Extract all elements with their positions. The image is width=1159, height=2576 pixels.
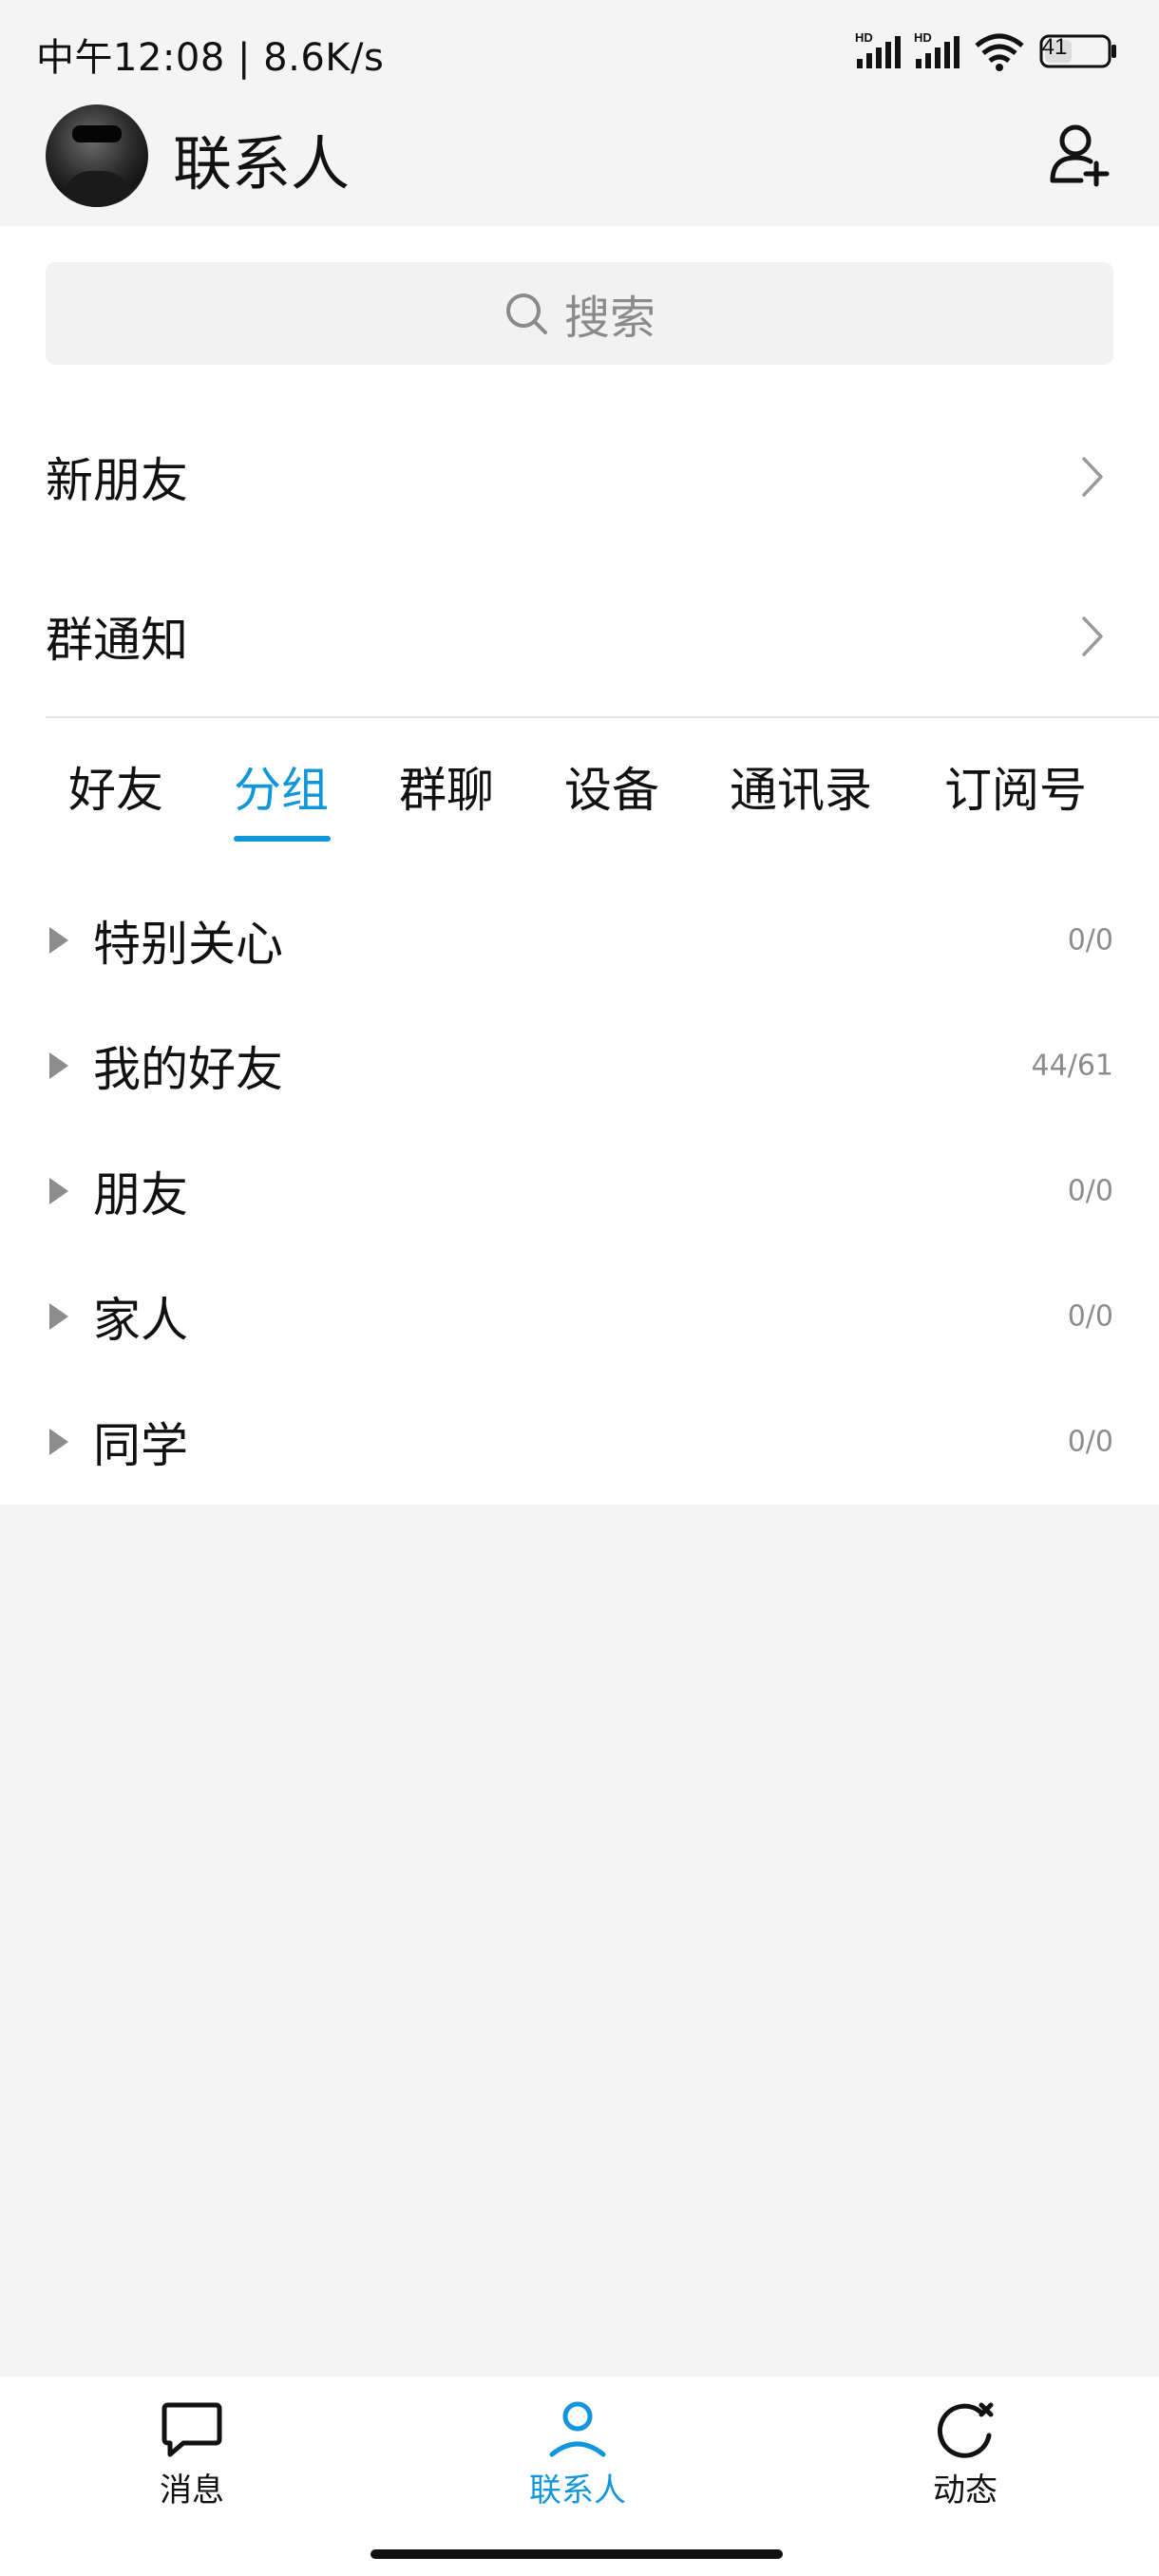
- message-icon: [162, 2402, 222, 2457]
- tab-subscriptions[interactable]: 订阅号: [944, 752, 1087, 821]
- bottom-nav: 消息 联系人 动态: [0, 2377, 1159, 2576]
- new-friends-row[interactable]: 新朋友: [46, 401, 1113, 553]
- search-placeholder: 搜索: [563, 292, 656, 345]
- svg-text:HD: HD: [855, 30, 873, 45]
- status-bar: 中午12:08 | 8.6K/s HD HD 41: [0, 0, 1159, 95]
- tab-friends[interactable]: 好友: [68, 752, 163, 821]
- add-contact-icon[interactable]: [1049, 122, 1112, 188]
- new-friends-label: 新朋友: [46, 453, 188, 508]
- nav-moments-label: 动态: [933, 2472, 998, 2510]
- group-row[interactable]: 家人 0/0: [0, 1254, 1159, 1379]
- search-bar[interactable]: 搜索: [46, 262, 1113, 365]
- header: 联系人: [0, 95, 1159, 226]
- moments-icon: [938, 2402, 994, 2458]
- group-name: 特别关心: [93, 917, 283, 972]
- group-row[interactable]: 朋友 0/0: [0, 1128, 1159, 1254]
- expand-triangle-icon: [49, 927, 68, 954]
- tab-devices[interactable]: 设备: [564, 752, 659, 821]
- group-name: 家人: [93, 1293, 188, 1348]
- chevron-right-icon: [1082, 616, 1103, 656]
- group-name: 我的好友: [93, 1042, 283, 1097]
- tab-address-book[interactable]: 通讯录: [730, 752, 872, 821]
- tab-group-chats[interactable]: 群聊: [399, 752, 494, 821]
- active-tab-indicator: [234, 836, 331, 842]
- svg-text:HD: HD: [914, 30, 932, 45]
- expand-triangle-icon: [49, 1303, 68, 1330]
- contacts-panel: 搜索 新朋友 群通知 好友 分组 群聊 设备 通讯录 订阅号 特别关心 0/0 …: [0, 226, 1159, 1505]
- nav-contacts-label: 联系人: [529, 2472, 626, 2510]
- group-row[interactable]: 我的好友 44/61: [0, 1003, 1159, 1128]
- contacts-tabs: 好友 分组 群聊 设备 通讯录 订阅号: [0, 718, 1159, 851]
- group-count: 0/0: [1067, 1299, 1113, 1334]
- page-title: 联系人: [173, 129, 351, 199]
- user-avatar[interactable]: [46, 104, 148, 207]
- nav-messages-label: 消息: [160, 2472, 224, 2510]
- battery-level: 41: [1041, 34, 1068, 60]
- group-count: 0/0: [1067, 1425, 1113, 1459]
- expand-triangle-icon: [49, 1052, 68, 1079]
- group-notice-label: 群通知: [46, 613, 188, 668]
- contacts-icon: [549, 2401, 606, 2457]
- status-time-speed: 中午12:08 | 8.6K/s: [36, 36, 385, 80]
- home-indicator: [370, 2549, 783, 2559]
- group-name: 朋友: [93, 1167, 188, 1222]
- group-notice-row[interactable]: 群通知: [46, 560, 1113, 712]
- chevron-right-icon: [1082, 457, 1103, 497]
- search-icon: [505, 294, 547, 334]
- group-name: 同学: [93, 1418, 188, 1473]
- nav-messages[interactable]: 消息: [97, 2399, 287, 2523]
- group-row[interactable]: 同学 0/0: [0, 1379, 1159, 1505]
- group-row[interactable]: 特别关心 0/0: [0, 878, 1159, 1003]
- group-count: 0/0: [1067, 923, 1113, 957]
- expand-triangle-icon: [49, 1178, 68, 1204]
- nav-moments[interactable]: 动态: [870, 2399, 1060, 2523]
- group-count: 0/0: [1067, 1174, 1113, 1208]
- expand-triangle-icon: [49, 1429, 68, 1455]
- tab-groups[interactable]: 分组: [234, 752, 329, 821]
- group-count: 44/61: [1031, 1049, 1113, 1083]
- nav-contacts[interactable]: 联系人: [483, 2399, 673, 2523]
